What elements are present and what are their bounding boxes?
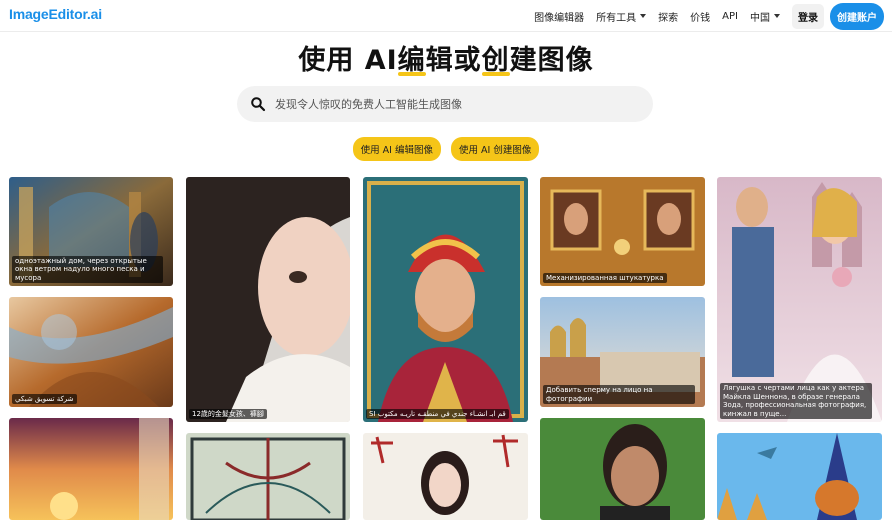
chevron-down-icon: [640, 14, 647, 18]
girl-portrait-image: [186, 177, 350, 422]
turban-man-image: [363, 177, 528, 422]
image-caption: شركة تسويق شبكي: [12, 393, 77, 404]
gallery-image-calligraphy-woman[interactable]: [363, 433, 528, 520]
logo[interactable]: ImageEditor.ai: [9, 6, 102, 22]
image-caption: Лягушка с чертами лица как у актера Майк…: [720, 383, 872, 419]
nav-all-tools-label: 所有工具: [596, 12, 637, 24]
login-button[interactable]: 登录: [792, 3, 824, 29]
search-icon: [251, 97, 266, 112]
gallery-image-turban-man[interactable]: SI قم ابـ انشـاء جندي في منطقـه تاريـه م…: [363, 177, 528, 422]
gallery-image-ornate-pattern[interactable]: [186, 433, 350, 520]
title-highlight-create: 创: [481, 38, 510, 77]
edit-with-ai-button[interactable]: 使用 AI 编辑图像: [352, 137, 441, 161]
gallery-image-man-portrait[interactable]: [540, 418, 705, 520]
image-caption: Механизированная штукатурка: [543, 272, 667, 283]
nav-api[interactable]: API: [722, 11, 738, 22]
nav-links: 图像编辑器 所有工具 探索 价钱 API 中国 登录 创建账户: [522, 2, 884, 30]
page-title: 使用 AI编辑或创建图像: [0, 38, 892, 77]
nav-all-tools-dropdown[interactable]: 所有工具: [596, 9, 647, 24]
sunset-image: [9, 418, 173, 520]
image-caption: Добавить сперму на лицо на фотографии: [543, 385, 695, 404]
search-input[interactable]: [275, 86, 635, 122]
title-part-3: 建图像: [509, 45, 594, 76]
title-part-2: 辑或: [425, 45, 482, 76]
cta-row: 使用 AI 编辑图像 使用 AI 创建图像: [0, 137, 892, 161]
nav-image-editor[interactable]: 图像编辑器: [534, 9, 584, 24]
ornate-frame-image: [540, 177, 705, 286]
image-caption: одноэтажный дом, через открытые окна вет…: [12, 255, 163, 283]
man-portrait-image: [540, 418, 705, 520]
ornate-pattern-image: [186, 433, 350, 520]
gallery-image-cathedral[interactable]: Добавить сперму на лицо на фотографии: [540, 297, 705, 407]
gallery-image-cartoon-frog[interactable]: [717, 433, 882, 520]
create-with-ai-button[interactable]: 使用 AI 创建图像: [451, 137, 540, 161]
gallery-image-ornate-frame[interactable]: Механизированная штукатурка: [540, 177, 705, 286]
nav-explore[interactable]: 探索: [658, 9, 678, 24]
signup-button[interactable]: 创建账户: [830, 2, 884, 30]
nav-pricing[interactable]: 价钱: [690, 9, 710, 24]
gallery-image-sunset[interactable]: [9, 418, 173, 520]
gallery-image-wedding-couple[interactable]: Лягушка с чертами лица как у актера Майк…: [717, 177, 882, 422]
title-highlight-edit: 编: [397, 38, 426, 77]
title-part-1: 使用 AI: [298, 45, 398, 76]
nav-region-label: 中国: [750, 12, 770, 24]
gallery-image-orange-swirl[interactable]: شركة تسويق شبكي: [9, 297, 173, 407]
chevron-down-icon: [774, 14, 780, 18]
nav-region-dropdown[interactable]: 中国: [750, 9, 780, 24]
search-bar: [237, 86, 653, 122]
gallery-image-palace-hall[interactable]: одноэтажный дом, через открытые окна вет…: [9, 177, 173, 286]
cartoon-frog-image: [717, 433, 882, 520]
orange-swirl-image: [9, 297, 173, 407]
image-caption: SI قم ابـ انشـاء جندي في منطقـه تاريـه م…: [366, 408, 509, 419]
image-caption: 12歲的金髮女孩、褲腳: [189, 408, 267, 419]
calligraphy-woman-image: [363, 433, 528, 520]
gallery-image-girl-portrait[interactable]: 12歲的金髮女孩、褲腳: [186, 177, 350, 422]
top-navbar: ImageEditor.ai 图像编辑器 所有工具 探索 价钱 API 中国 登…: [0, 0, 892, 32]
